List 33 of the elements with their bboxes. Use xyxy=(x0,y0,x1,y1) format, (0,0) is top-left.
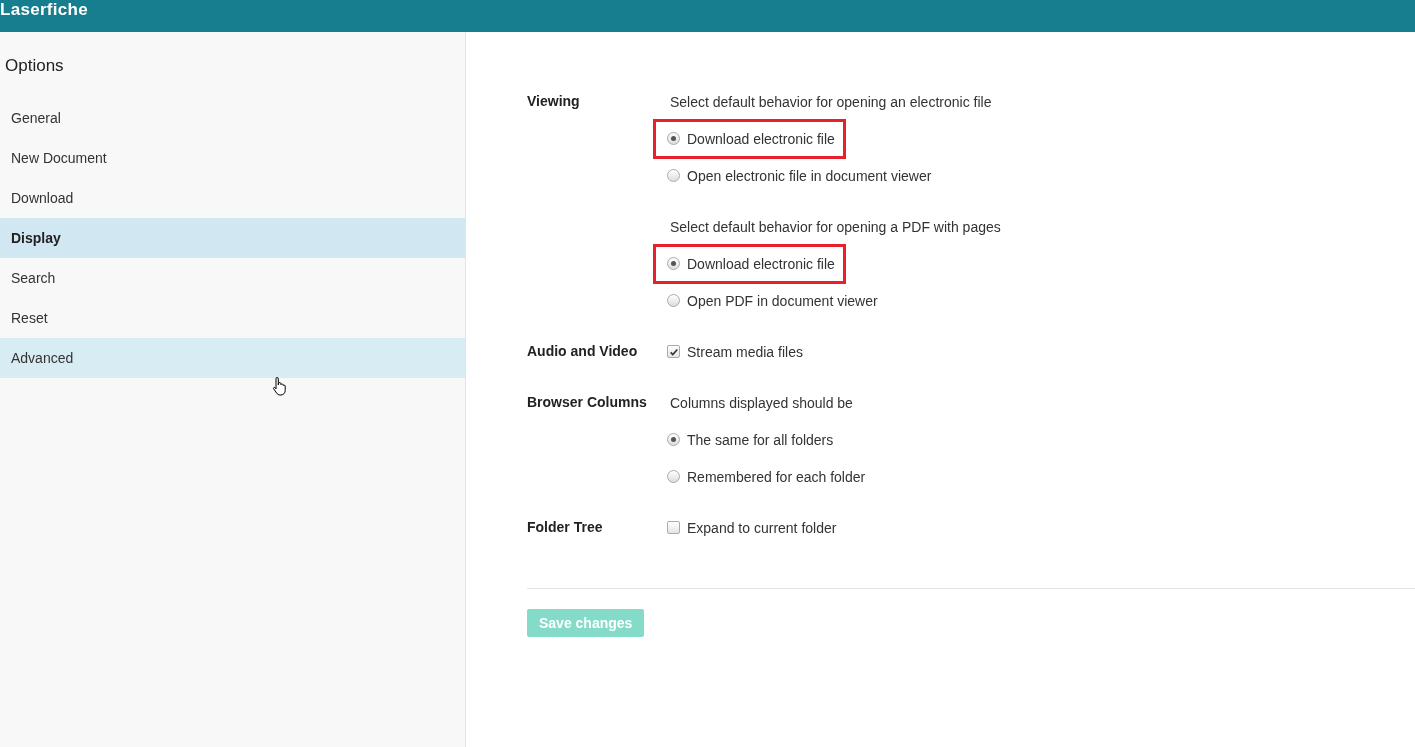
checkbox[interactable] xyxy=(667,521,680,534)
sidebar-item[interactable]: Advanced xyxy=(0,338,465,378)
option-label[interactable]: Open electronic file in document viewer xyxy=(687,167,932,184)
section-label: Audio and Video xyxy=(527,342,639,361)
option-prompt: Columns displayed should be xyxy=(670,394,853,411)
option-label[interactable]: Remembered for each folder xyxy=(687,468,866,485)
option-label[interactable]: The same for all folders xyxy=(687,431,834,448)
radio-button[interactable] xyxy=(667,132,680,145)
checkbox[interactable] xyxy=(667,345,680,358)
option-label[interactable]: Expand to current folder xyxy=(687,519,837,536)
radio-button[interactable] xyxy=(667,470,680,483)
sidebar-item[interactable]: Display xyxy=(0,218,465,258)
option-label[interactable]: Open PDF in document viewer xyxy=(687,292,878,309)
option-prompt: Select default behavior for opening an electronic file xyxy=(670,93,992,110)
sidebar-item[interactable]: General xyxy=(0,98,465,138)
option-label[interactable]: Download electronic file xyxy=(687,255,835,272)
radio-button[interactable] xyxy=(667,257,680,270)
sidebar-item[interactable]: New Document xyxy=(0,138,465,178)
sidebar-item[interactable]: Reset xyxy=(0,298,465,338)
option-label[interactable]: Download electronic file xyxy=(687,130,835,147)
option-prompt: Select default behavior for opening a PDF with pages xyxy=(670,218,1001,235)
radio-button[interactable] xyxy=(667,169,680,182)
section-label: Folder Tree xyxy=(527,518,604,537)
option-label[interactable]: Stream media files xyxy=(687,343,803,360)
section-label: Browser Columns xyxy=(527,393,648,412)
section-label: Viewing xyxy=(527,92,581,111)
sidebar-item[interactable]: Download xyxy=(0,178,465,218)
sidebar-item[interactable]: Search xyxy=(0,258,465,298)
hand-pointer-icon xyxy=(272,376,288,396)
sidebar-title: Options xyxy=(4,55,65,77)
radio-button[interactable] xyxy=(667,433,680,446)
logo-text: Laserfiche xyxy=(0,0,89,20)
radio-button[interactable] xyxy=(667,294,680,307)
